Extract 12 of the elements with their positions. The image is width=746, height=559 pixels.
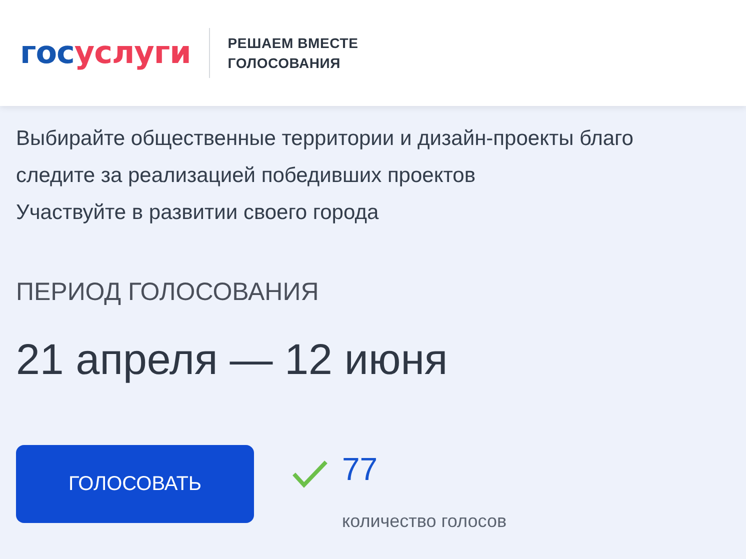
vote-count-caption: количество голосов	[342, 511, 507, 532]
check-icon	[292, 459, 328, 489]
tagline-text: РЕШАЕМ ВМЕСТЕ	[228, 34, 358, 53]
tagline-text: ГОЛОСОВАНИЯ	[228, 54, 342, 73]
intro-text: Выбирайте общественные территории и дизайн-проекты благо	[16, 126, 634, 152]
period-dates: 21 апреля — 12 июня	[16, 335, 449, 385]
period-label: ПЕРИОД ГОЛОСОВАНИЯ	[16, 277, 320, 307]
intro-text: следите за реализацией победивших проектов	[16, 163, 476, 189]
vote-count: 77	[342, 450, 379, 488]
intro-text: Участвуйте в развитии своего города	[16, 200, 380, 226]
gosuslugi-logo[interactable]: госуслуги	[20, 35, 191, 71]
vote-button[interactable]: ГОЛОСОВАТЬ	[16, 445, 254, 523]
